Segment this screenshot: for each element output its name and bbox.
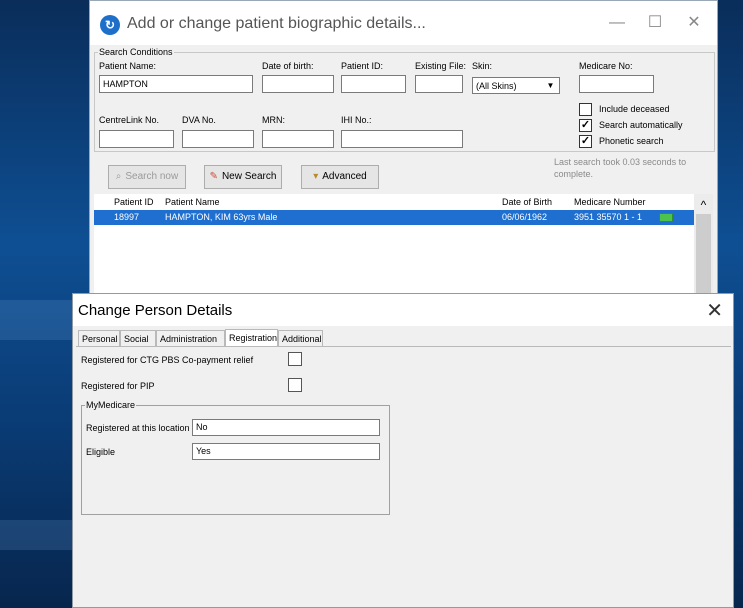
results-scrollbar[interactable]: ^: [694, 194, 713, 300]
ihi-input[interactable]: [341, 130, 463, 148]
search-window-titlebar: ↻ Add or change patient biographic detai…: [90, 1, 717, 45]
close-button[interactable]: ✕: [674, 11, 714, 35]
search-automatically-label: Search automatically: [599, 120, 683, 130]
app-logo-icon: ↻: [100, 15, 120, 35]
skin-select[interactable]: (All Skins) ▼: [472, 77, 560, 94]
filter-icon: ▾: [313, 171, 319, 182]
scrollbar-thumb[interactable]: [696, 214, 711, 294]
dva-label: DVA No.: [182, 115, 216, 125]
scroll-up-icon[interactable]: ^: [694, 198, 713, 212]
skin-select-value: (All Skins): [476, 81, 517, 91]
existing-file-input[interactable]: [415, 75, 463, 93]
pip-label: Registered for PIP: [81, 381, 155, 391]
advanced-button[interactable]: ▾ Advanced: [301, 165, 379, 189]
medicare-label: Medicare No:: [579, 61, 633, 71]
search-now-label: Search now: [125, 171, 179, 182]
patient-id-input[interactable]: [341, 75, 406, 93]
ctg-checkbox[interactable]: [288, 352, 302, 366]
patient-name-input[interactable]: HAMPTON: [99, 75, 253, 93]
row-patient-id: 18997: [114, 212, 140, 222]
row-dob: 06/06/1962: [502, 212, 548, 222]
dob-label: Date of birth:: [262, 61, 314, 71]
existing-file-label: Existing File:: [415, 61, 467, 71]
magnifier-icon: ⌕: [115, 171, 122, 182]
include-deceased-checkbox[interactable]: [579, 103, 592, 116]
ihi-label: IHI No.:: [341, 115, 372, 125]
desktop-light-band: [0, 520, 80, 550]
tab-registration[interactable]: Registration: [225, 329, 278, 347]
tab-personal[interactable]: Personal: [78, 330, 120, 347]
patient-id-label: Patient ID:: [341, 61, 384, 71]
search-now-button[interactable]: ⌕ Search now: [108, 165, 186, 189]
advanced-label: Advanced: [322, 171, 367, 182]
table-row[interactable]: 18997 HAMPTON, KIM 63yrs Male 06/06/1962…: [94, 210, 694, 225]
new-search-label: New Search: [221, 171, 277, 182]
eligible-field[interactable]: Yes: [192, 443, 380, 460]
new-search-button[interactable]: ✎ New Search: [204, 165, 282, 189]
tab-additional[interactable]: Additional: [278, 330, 323, 347]
phonetic-search-label: Phonetic search: [599, 136, 664, 146]
column-header-patient-name[interactable]: Patient Name: [165, 197, 220, 207]
patient-name-label: Patient Name:: [99, 61, 157, 71]
include-deceased-label: Include deceased: [599, 104, 670, 114]
results-list: Patient ID Patient Name Date of Birth Me…: [94, 194, 713, 300]
search-automatically-checkbox[interactable]: ✓: [579, 119, 592, 132]
eraser-icon: ✎: [209, 171, 218, 182]
search-conditions-group: Search Conditions Patient Name: HAMPTON …: [94, 46, 715, 152]
search-window-title: Add or change patient biographic details…: [127, 15, 426, 32]
search-conditions-legend: Search Conditions: [98, 46, 174, 58]
row-patient-name: HAMPTON, KIM 63yrs Male: [165, 212, 278, 222]
column-header-patient-id[interactable]: Patient ID: [114, 197, 154, 207]
patient-search-window: ↻ Add or change patient biographic detai…: [89, 0, 718, 300]
ctg-label: Registered for CTG PBS Co-payment relief: [81, 355, 254, 365]
dialog-titlebar: Change Person Details ✕: [73, 294, 733, 326]
medicare-input[interactable]: [579, 75, 654, 93]
dob-input[interactable]: [262, 75, 334, 93]
results-header: Patient ID Patient Name Date of Birth Me…: [94, 194, 694, 210]
column-header-medicare[interactable]: Medicare Number: [574, 197, 646, 207]
column-header-dob[interactable]: Date of Birth: [502, 197, 552, 207]
phonetic-search-checkbox[interactable]: ✓: [579, 135, 592, 148]
row-medicare: 3951 35570 1 - 1: [574, 212, 643, 222]
skin-label: Skin:: [472, 61, 493, 71]
registered-location-label: Registered at this location: [86, 423, 190, 433]
dva-input[interactable]: [182, 130, 254, 148]
maximize-button[interactable]: ☐: [635, 11, 675, 35]
pip-checkbox[interactable]: [288, 378, 302, 392]
tab-social[interactable]: Social: [120, 330, 156, 347]
registered-location-field[interactable]: No: [192, 419, 380, 436]
centrelink-input[interactable]: [99, 130, 174, 148]
dropdown-arrow-icon: ▼: [546, 81, 555, 90]
tab-administration[interactable]: Administration: [156, 330, 225, 347]
minimize-button[interactable]: —: [597, 11, 637, 35]
search-duration-note: Last search took 0.03 seconds to complet…: [554, 157, 687, 179]
registration-panel: Registered for CTG PBS Co-payment relief…: [76, 346, 731, 606]
eligible-label: Eligible: [86, 447, 116, 457]
mrn-label: MRN:: [262, 115, 285, 125]
desktop-light-band: [0, 300, 80, 340]
mrn-input[interactable]: [262, 130, 334, 148]
mymedicare-legend: MyMedicare: [85, 399, 137, 411]
dialog-title: Change Person Details: [78, 302, 233, 319]
dialog-close-button[interactable]: ✕: [706, 298, 723, 323]
change-person-details-dialog: Change Person Details ✕ Personal Social …: [72, 293, 734, 608]
centrelink-label: CentreLink No.: [99, 115, 160, 125]
mymedicare-group: MyMedicare Registered at this location N…: [81, 399, 390, 515]
medicare-card-icon: [659, 213, 673, 222]
